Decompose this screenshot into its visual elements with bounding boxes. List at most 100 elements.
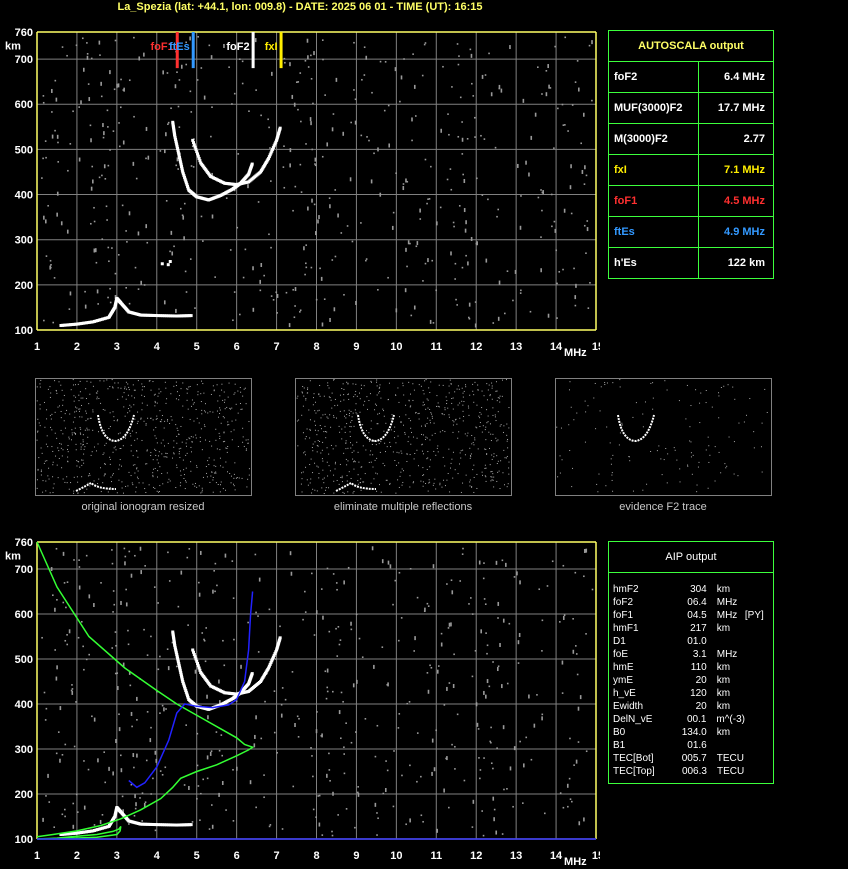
noise-dot [409, 486, 411, 488]
noise-dot [331, 834, 334, 837]
noise-dot [223, 401, 225, 403]
noise-dot [237, 446, 239, 448]
aip-row: TEC[Bot] 005.7 TECU [609, 752, 773, 765]
noise-dot [230, 431, 232, 433]
noise-dot [215, 465, 217, 467]
noise-dot [507, 438, 509, 440]
noise-dot [119, 432, 121, 434]
noise-dot [446, 178, 449, 181]
noise-dot [343, 399, 345, 401]
noise-dot [440, 632, 443, 635]
noise-dot [436, 405, 438, 407]
noise-dot [36, 386, 38, 388]
noise-dot [217, 484, 219, 486]
noise-dot [476, 404, 478, 406]
noise-dot [580, 142, 582, 145]
noise-dot [593, 397, 595, 399]
x-axis-label: MHz [564, 856, 587, 868]
noise-dot [320, 276, 323, 281]
noise-dot [309, 429, 311, 431]
noise-dot [66, 634, 68, 636]
noise-dot [591, 99, 593, 102]
noise-dot [214, 562, 217, 565]
noise-dot [571, 486, 573, 488]
noise-dot [322, 615, 324, 620]
noise-dot [484, 467, 486, 469]
noise-dot [355, 731, 357, 733]
noise-dot [490, 433, 492, 435]
noise-dot [207, 715, 209, 720]
noise-dot [413, 650, 415, 652]
noise-dot [764, 388, 766, 390]
noise-dot [301, 478, 303, 480]
noise-dot [629, 460, 631, 462]
noise-dot [229, 249, 232, 251]
noise-dot [56, 665, 58, 670]
noise-dot [358, 461, 360, 463]
noise-dot [77, 811, 79, 813]
noise-dot [342, 131, 345, 136]
noise-dot [307, 387, 309, 389]
noise-dot [47, 204, 49, 207]
noise-dot [159, 150, 162, 152]
noise-dot [541, 191, 544, 194]
aip-param-name: hmF1 [613, 623, 639, 634]
noise-dot [495, 381, 497, 383]
noise-dot [486, 652, 488, 655]
noise-dot [442, 456, 444, 458]
noise-dot [310, 266, 313, 269]
marker-fxi [279, 32, 283, 69]
noise-dot [342, 700, 344, 703]
noise-dot [122, 89, 125, 91]
noise-dot [340, 476, 342, 478]
autoscala-param-label: h'Es [609, 248, 699, 278]
noise-dot [97, 443, 99, 445]
noise-dot [416, 780, 418, 783]
noise-dot [72, 824, 75, 829]
noise-dot [68, 308, 71, 310]
noise-dot [80, 446, 82, 448]
noise-dot [104, 463, 106, 465]
noise-dot [143, 386, 145, 388]
noise-dot [499, 643, 501, 648]
noise-dot [450, 251, 452, 256]
noise-dot [109, 287, 111, 290]
aip-row: hmF2 304 km [609, 583, 773, 596]
noise-dot [221, 389, 223, 391]
noise-dot [316, 465, 318, 467]
noise-dot [450, 579, 453, 582]
noise-dot [365, 55, 368, 60]
x-tick-label: 9 [353, 850, 359, 862]
noise-dot [132, 484, 134, 486]
noise-dot [74, 432, 76, 434]
noise-dot [566, 783, 569, 788]
noise-dot [324, 670, 327, 673]
noise-dot [493, 476, 495, 478]
noise-dot [416, 449, 418, 451]
noise-dot [368, 139, 370, 142]
noise-dot [436, 669, 439, 674]
noise-dot [178, 126, 181, 128]
noise-dot [505, 562, 507, 567]
noise-dot [178, 395, 180, 397]
noise-dot [369, 454, 371, 456]
noise-dot [415, 245, 418, 248]
noise-dot [427, 417, 429, 419]
noise-dot [405, 404, 407, 406]
noise-dot [64, 413, 66, 415]
noise-dot [136, 450, 138, 452]
noise-dot [195, 408, 197, 410]
noise-dot [449, 168, 452, 170]
page-title: La_Spezia (lat: +44.1, lon: 009.8) - DAT… [117, 1, 483, 13]
noise-dot [192, 403, 194, 405]
noise-dot [232, 597, 235, 599]
noise-dot [58, 450, 60, 452]
noise-dot [307, 206, 309, 211]
noise-dot [76, 476, 78, 478]
noise-dot [76, 465, 78, 467]
noise-dot [360, 384, 362, 386]
noise-dot [86, 380, 88, 382]
noise-dot [36, 439, 38, 441]
noise-dot [696, 484, 698, 486]
noise-dot [585, 633, 587, 635]
